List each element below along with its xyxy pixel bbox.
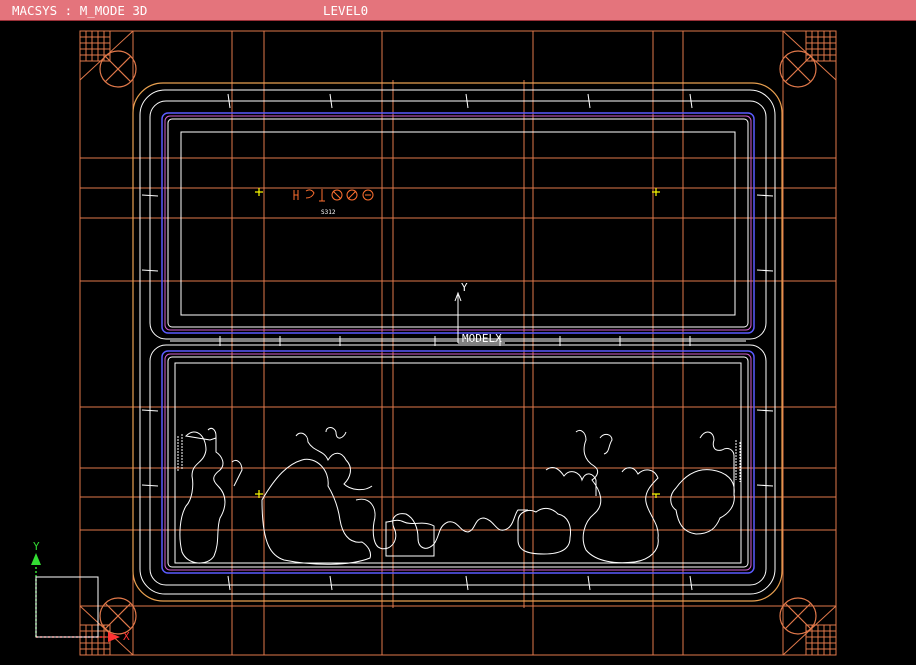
gizmo-axis-y-label: Y <box>33 540 40 553</box>
gizmo-axis-x-label: X <box>123 630 130 643</box>
model-axis-y-label: Y <box>461 281 468 294</box>
level-indicator: LEVEL0 <box>323 3 369 18</box>
title-bar: MACSYS : M_MODE 3D LEVEL0 <box>0 0 916 21</box>
window-title: MACSYS : M_MODE 3D <box>12 3 148 18</box>
cad-viewport[interactable]: S312 Y MODELX Y X <box>0 22 916 665</box>
emboss-text: S312 <box>321 209 336 216</box>
model-axis-x-label: MODELX <box>462 332 502 345</box>
